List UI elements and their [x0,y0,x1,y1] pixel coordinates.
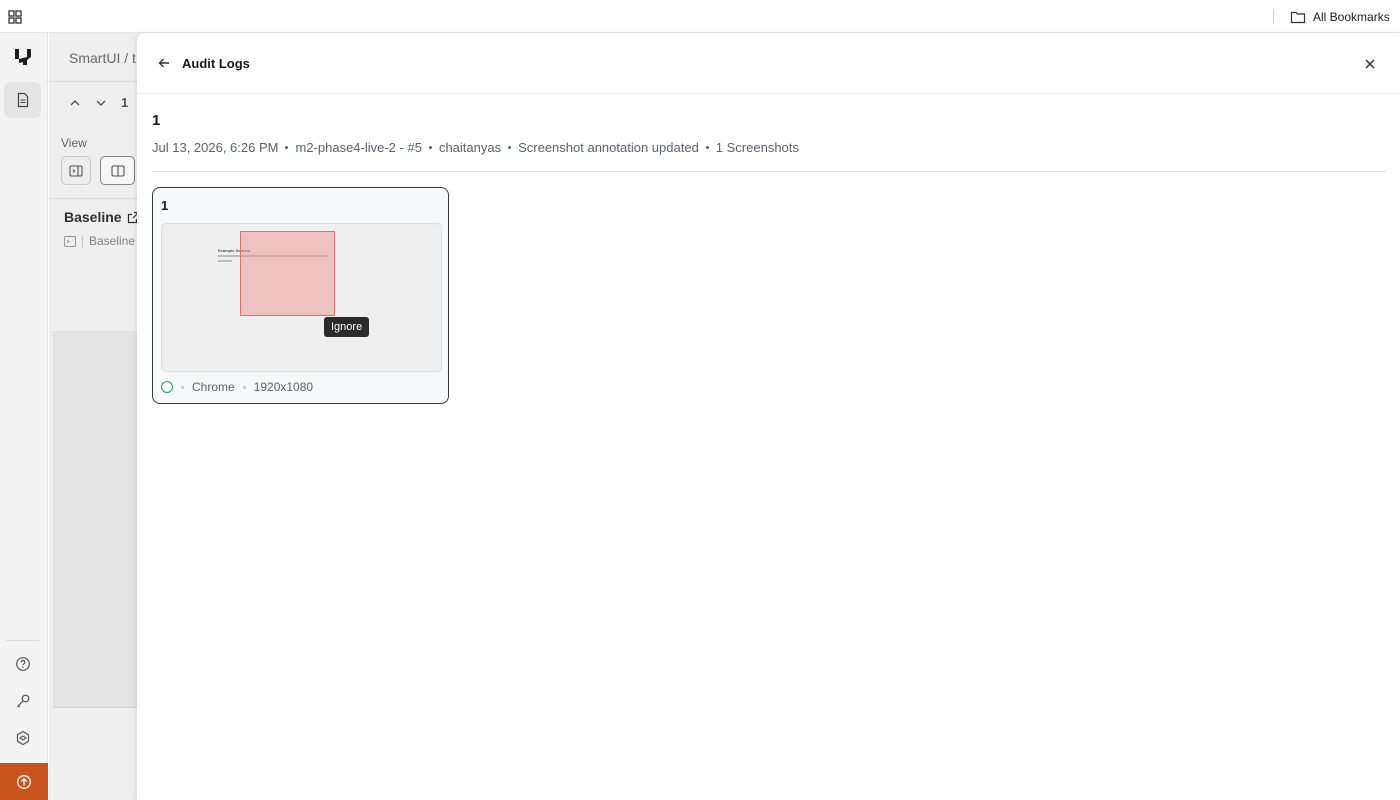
screenshot-thumbnail[interactable]: Example Domain Ignore [161,223,442,372]
key-icon [16,694,29,708]
ignore-region[interactable] [240,231,335,316]
upgrade-button[interactable] [0,763,48,800]
audit-logs-drawer: Audit Logs 1 Jul 13, 2026, 6:26 PM m2-ph… [137,33,1400,800]
rail-item-keys[interactable] [4,683,41,719]
audit-entry-title: 1 [152,112,161,129]
resolution-label: 1920x1080 [253,380,314,394]
meta-action: Screenshot annotation updated [518,140,699,155]
left-rail [0,33,48,800]
meta-timestamp: Jul 13, 2026, 6:26 PM [152,140,279,155]
meta-dot [285,146,289,149]
integrations-icon [16,730,29,746]
browser-label: Chrome [192,380,235,394]
rail-divider [6,640,39,641]
lambdatest-logo-icon[interactable] [13,47,33,67]
upgrade-icon [17,774,31,789]
audit-entry-meta: Jul 13, 2026, 6:26 PM m2-phase4-live-2 -… [152,140,799,155]
all-bookmarks-label: All Bookmarks [1313,10,1390,24]
help-icon [15,657,30,671]
meta-dot [705,146,709,149]
meta-dot [508,146,512,149]
footer-dot [242,385,246,389]
folder-icon [1290,11,1306,24]
meta-build: m2-phase4-live-2 - #5 [295,140,422,155]
document-icon [17,92,28,108]
arrow-left-icon [158,58,169,68]
ignore-region-label: Ignore [324,317,370,337]
footer-dot [181,385,184,389]
close-button[interactable] [1360,54,1380,74]
drawer-header: Audit Logs [137,33,1400,94]
entry-divider [152,171,1386,172]
thumbnail-text-line [218,260,232,262]
back-button[interactable] [155,54,173,72]
screenshot-card-footer: Chrome 1920x1080 [161,380,313,394]
screenshot-card-title: 1 [161,198,169,213]
meta-user: chaitanyas [438,140,502,155]
meta-screenshot-count: 1 Screenshots [715,140,799,155]
meta-dot [428,146,432,149]
drawer-title: Audit Logs [182,56,250,71]
rail-item-integrations[interactable] [4,720,41,756]
close-icon [1365,59,1375,69]
bookmark-divider [1273,9,1274,24]
rail-item-help[interactable] [4,646,41,682]
status-ring-icon [161,381,173,393]
bookmark-bar: All Bookmarks [0,0,1400,33]
screenshot-card[interactable]: 1 Example Domain Ignore Chrome 1920x1080 [152,187,449,404]
rail-item-documents[interactable] [4,82,41,118]
all-bookmarks-button[interactable]: All Bookmarks [1290,8,1390,26]
grid-icon[interactable] [8,10,22,24]
